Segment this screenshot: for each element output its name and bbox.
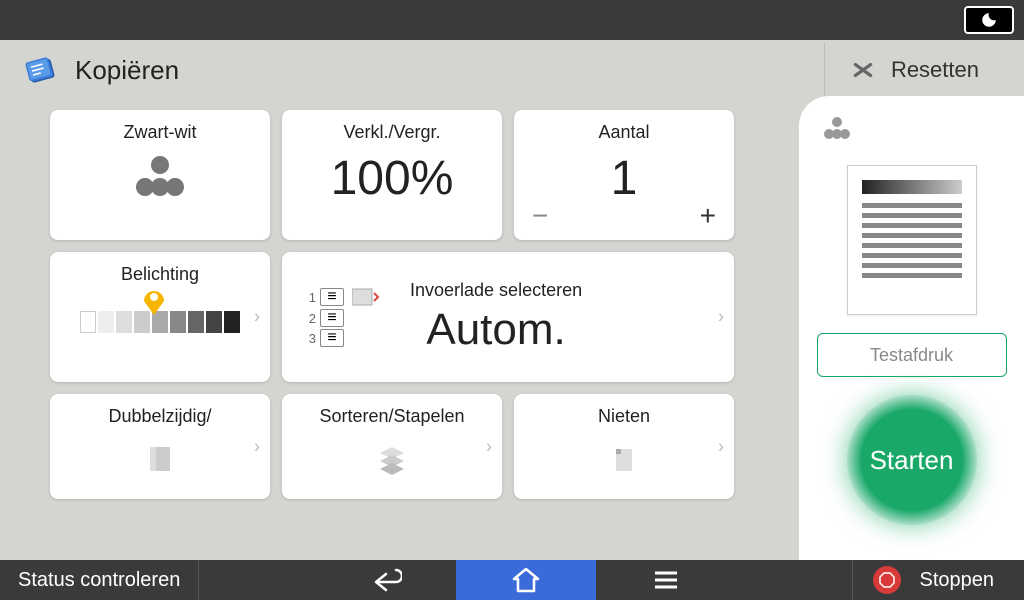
sort-tile[interactable]: Sorteren/Stapelen › [282,394,502,499]
paper-tray-tile[interactable]: 1≡ 2≡ 3≡ Invoerlade selecteren Autom. › [282,252,734,382]
staple-label: Nieten [598,406,650,427]
zoom-tile[interactable]: Verkl./Vergr. 100% [282,110,502,240]
stop-icon [873,566,901,594]
reset-icon [850,57,876,83]
side-color-icon [820,114,854,147]
bottom-bar: Status controleren Stoppen [0,560,1024,600]
options-grid: Zwart-wit Verkl./Vergr. 100% Aantal 1 − … [0,100,799,560]
tray-value: Autom. [426,305,565,355]
moon-icon [980,11,998,29]
chevron-right-icon: › [718,307,724,328]
zoom-label: Verkl./Vergr. [343,122,440,143]
top-bar [0,0,1024,40]
sort-label: Sorteren/Stapelen [319,406,464,427]
density-scale [80,311,240,333]
side-panel: Testafdruk Starten [799,96,1024,560]
home-button[interactable] [456,560,596,600]
density-tile[interactable]: Belichting › [50,252,270,382]
duplex-icon [142,441,178,477]
back-icon [370,568,402,592]
staple-icon [606,441,642,477]
chevron-right-icon: › [486,436,492,457]
status-button[interactable]: Status controleren [0,560,199,600]
stop-button[interactable]: Stoppen [852,560,1024,600]
stack-icon [374,441,410,477]
page-title: Kopiëren [75,55,179,86]
duplex-tile[interactable]: Dubbelzijdig/ › [50,394,270,499]
quantity-minus-button[interactable]: − [532,200,548,232]
quantity-value: 1 [611,151,638,206]
quantity-label: Aantal [598,122,649,143]
stop-label: Stoppen [919,569,994,592]
menu-icon [653,570,679,590]
tray-label: Invoerlade selecteren [410,280,582,301]
chevron-right-icon: › [718,436,724,457]
menu-button[interactable] [596,560,736,600]
density-label: Belichting [121,264,199,285]
reset-label: Resetten [891,57,979,83]
test-print-button[interactable]: Testafdruk [817,333,1007,377]
back-button[interactable] [316,560,456,600]
color-mode-label: Zwart-wit [124,122,197,143]
duplex-label: Dubbelzijdig/ [108,406,211,427]
color-mode-tile[interactable]: Zwart-wit [50,110,270,240]
header: Kopiëren Resetten [0,40,1024,100]
bw-dots-icon [125,151,195,201]
tray-selector-icon: 1≡ 2≡ 3≡ [302,287,380,347]
staple-tile[interactable]: Nieten › [514,394,734,499]
quantity-tile[interactable]: Aantal 1 − + [514,110,734,240]
output-preview [847,165,977,315]
zoom-value: 100% [331,151,454,206]
start-button[interactable]: Starten [847,395,977,525]
quantity-plus-button[interactable]: + [700,200,716,232]
chevron-right-icon: › [254,307,260,328]
night-mode-button[interactable] [964,6,1014,34]
chevron-right-icon: › [254,436,260,457]
reset-button[interactable]: Resetten [824,42,1004,98]
density-pointer-icon [142,285,166,320]
home-icon [512,567,540,593]
copy-icon [20,50,60,90]
